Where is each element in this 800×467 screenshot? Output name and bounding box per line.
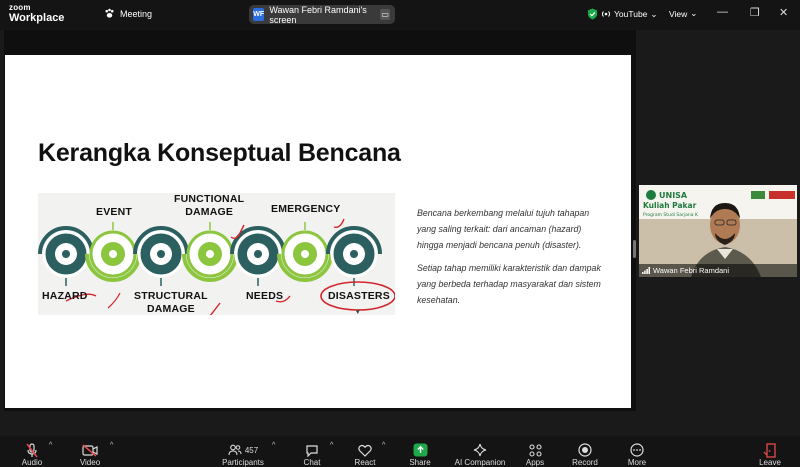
share-label: Wawan Febri Ramdani's screen [269,4,367,25]
react-button[interactable]: React [352,436,378,467]
broadcast-icon [601,11,611,17]
slide-title: Kerangka Konseptual Bencana [38,139,401,167]
record-icon [578,443,592,457]
audio-button[interactable]: Audio [18,436,46,467]
label-event: EVENT [96,206,133,218]
view-label: View [669,8,688,19]
paw-icon [105,8,114,18]
ai-companion-button[interactable]: AI Companion [454,436,506,467]
view-menu[interactable]: View ⌄ [669,8,697,19]
chat-button[interactable]: Chat [300,436,324,467]
youtube-stream-menu[interactable]: YouTube ⌄ [587,8,658,20]
presenter-avatar: WF [253,8,265,21]
record-label: Record [572,458,598,467]
chat-options-caret-icon[interactable]: ^ [330,442,333,449]
signal-bars-icon [642,267,650,274]
minimize-icon[interactable]: ▭ [380,9,391,20]
more-icon [630,443,644,457]
react-label: React [354,458,376,467]
brand-top: zoom [9,3,31,12]
heart-icon [358,444,372,457]
chat-label: Chat [303,458,321,467]
zoom-logo: zoom Workplace [9,4,64,24]
chevron-down-icon: ⌄ [690,8,698,18]
share-button[interactable]: Share [407,436,433,467]
disaster-stages-diagram: EVENT FUNCTIONAL DAMAGE EMERGENCY HAZARD… [38,193,395,315]
brand-bottom: Workplace [9,12,65,24]
record-button[interactable]: Record [570,436,600,467]
apps-button[interactable]: Apps [523,436,547,467]
audio-options-caret-icon[interactable]: ^ [49,442,52,449]
participants-count: 457 [244,445,259,455]
meeting-menu[interactable]: Meeting [104,8,152,19]
participant-name: Wawan Febri Ramdani [653,266,729,275]
label-emergency: EMERGENCY [271,203,341,215]
description-paragraph-1: Bencana berkembang melalui tujuh tahapan… [417,208,590,250]
label-needs: NEEDS [246,290,284,302]
participant-video-tile[interactable]: UNISA Kuliah Pakar Program Studi Sarjana… [639,185,797,277]
title-bar: zoom Workplace Meeting WF Wawan Febri Ra… [0,0,800,30]
label-functional-damage: FUNCTIONAL DAMAGE [174,193,245,218]
share-screen-icon [413,443,427,457]
restore-window-icon[interactable]: ❐ [750,6,760,19]
youtube-label: YouTube [614,9,648,19]
participants-label: Participants [222,458,264,467]
chevron-down-icon: ⌄ [650,8,658,19]
more-label: More [627,458,647,467]
meeting-label: Meeting [120,8,153,19]
description-paragraph-2: Setiap tahap memiliki karakteristik dan … [417,263,601,305]
audio-label: Audio [21,458,43,467]
svg-text:Kuliah Pakar: Kuliah Pakar [643,201,697,210]
leave-label: Leave [759,458,781,467]
microphone-muted-icon [26,442,38,457]
svg-text:Program Studi Sarjana K: Program Studi Sarjana K [643,212,699,218]
presentation-slide: Kerangka Konseptual Bencana EVENT FUNCTI… [5,55,631,408]
close-window-icon[interactable]: ✕ [779,6,788,19]
react-options-caret-icon[interactable]: ^ [382,442,385,449]
apps-label: Apps [525,458,545,467]
video-button[interactable]: Video [76,436,104,467]
sparkle-icon [473,443,487,457]
svg-text:UNISA: UNISA [659,191,688,200]
label-structural-damage: STRUCTURAL DAMAGE [134,290,208,315]
participants-icon [228,444,242,456]
video-label: Video [79,458,101,467]
share-label: Share [409,458,431,467]
participants-options-caret-icon[interactable]: ^ [272,442,275,449]
screen-share-indicator[interactable]: WF Wawan Febri Ramdani's screen ▭ [249,4,395,25]
label-hazard: HAZARD [42,290,88,302]
leave-door-icon [763,442,776,458]
apps-grid-icon [528,443,542,457]
participants-button[interactable]: 457 Participants [220,436,266,467]
camera-off-icon [82,443,98,457]
meeting-controls-bar: Audio ^ Video ^ 457 Participants ^ Chat … [0,436,800,467]
label-disasters: DISASTERS [328,290,390,302]
ai-companion-label: AI Companion [454,458,506,467]
minimize-window-icon[interactable]: — [717,6,728,18]
chat-icon [306,444,318,457]
participant-name-bar: Wawan Febri Ramdani [639,264,797,277]
shield-check-icon [587,8,598,20]
slide-description: Bencana berkembang melalui tujuh tahapan… [417,205,601,315]
leave-button[interactable]: Leave [757,436,783,467]
video-options-caret-icon[interactable]: ^ [110,442,113,449]
more-button[interactable]: More [624,436,650,467]
